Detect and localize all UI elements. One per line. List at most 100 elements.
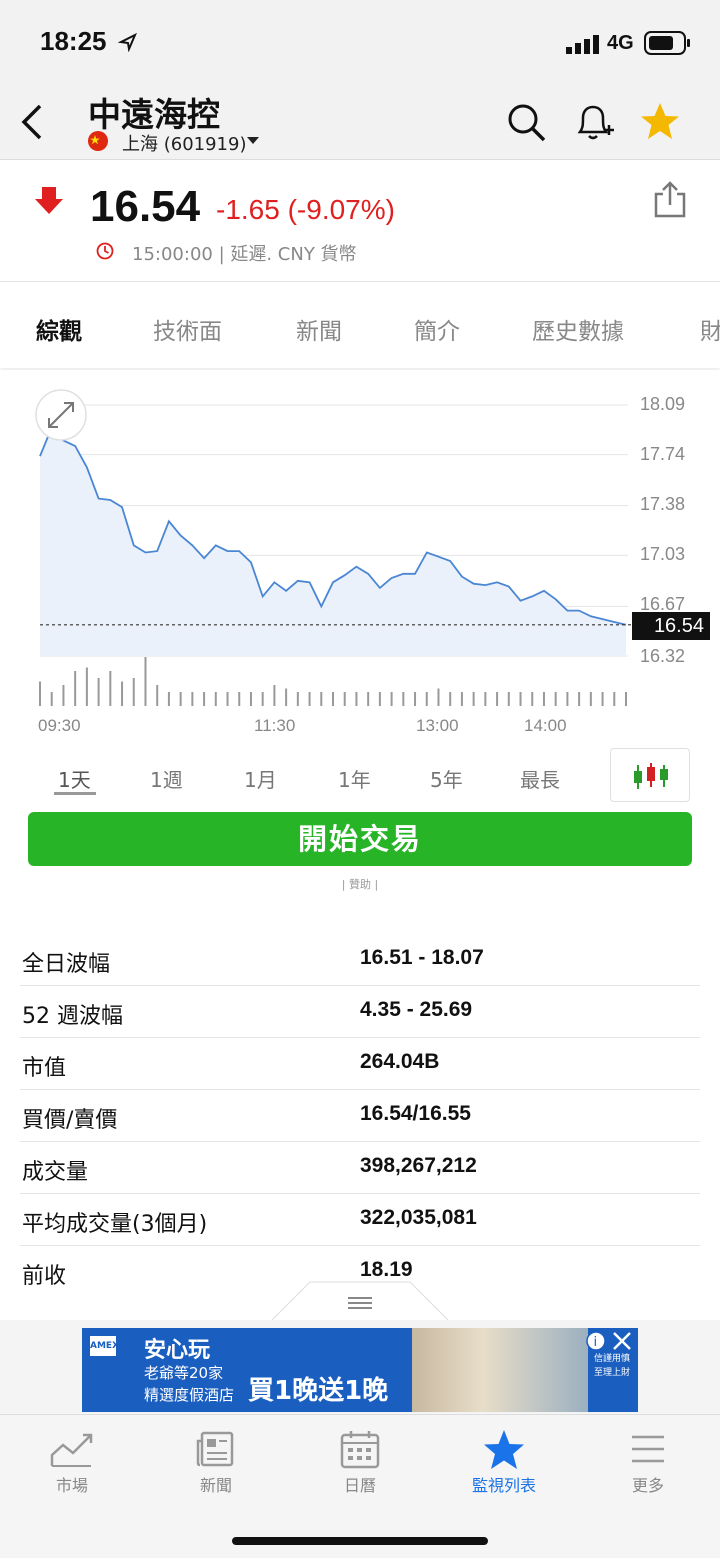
y-tick-label: 18.09: [640, 394, 686, 414]
range-5y[interactable]: 5年: [430, 764, 463, 793]
down-arrow-icon: [35, 187, 63, 214]
search-icon[interactable]: [506, 102, 548, 144]
ad-photo: [412, 1328, 588, 1412]
start-trading-button[interactable]: 開始交易: [28, 812, 692, 866]
candlestick-icon: [634, 763, 668, 789]
last-price-tag: 16.54: [632, 612, 710, 640]
price-change: -1.65 (-9.07%): [216, 194, 395, 225]
expand-chart-icon[interactable]: [34, 388, 88, 442]
section-tabs: 綜觀 技術面 新聞 簡介 歷史數據 財: [0, 282, 720, 368]
price-area-fill: [40, 427, 626, 656]
x-tick-label: 13:00: [416, 716, 459, 735]
stat-label: 平均成交量(3個月): [22, 1212, 208, 1237]
nav-bar: 中遠海控 上海 (601919): [0, 88, 720, 160]
stat-value: 264.04B: [360, 1050, 440, 1073]
tabbar-news[interactable]: 新聞: [144, 1415, 288, 1515]
svg-text:i: i: [594, 1335, 598, 1350]
x-tick-label: 11:30: [254, 716, 296, 735]
star-icon: [484, 1430, 524, 1469]
expand-panel-handle[interactable]: [270, 1280, 450, 1322]
newspaper-icon: [196, 1431, 234, 1467]
tabbar-label: 市場: [55, 1476, 88, 1495]
tab-overview[interactable]: 綜觀: [36, 312, 82, 346]
amex-logo: AMEX: [90, 1336, 119, 1356]
menu-icon: [632, 1435, 664, 1463]
share-icon[interactable]: [650, 180, 690, 220]
x-tick-label: 09:30: [38, 716, 81, 735]
stat-value: 398,267,212: [360, 1154, 477, 1177]
chevron-down-icon[interactable]: [246, 136, 260, 146]
y-tick-label: 16.32: [640, 646, 686, 666]
stat-value: 322,035,081: [360, 1206, 477, 1229]
table-row: 買價/賣價 16.54/16.55: [20, 1090, 700, 1142]
stat-label: 成交量: [22, 1160, 89, 1185]
signal-icon: [566, 35, 599, 54]
ad-line1: 老爺等20家: [144, 1364, 224, 1382]
table-row: 成交量 398,267,212: [20, 1142, 700, 1194]
range-1d[interactable]: 1天: [58, 764, 91, 793]
stat-label: 買價/賣價: [22, 1108, 118, 1133]
range-1y[interactable]: 1年: [338, 764, 371, 793]
stat-value: 16.51 - 18.07: [360, 946, 484, 969]
status-time: 18:25: [40, 26, 107, 56]
battery-icon: [644, 31, 690, 55]
stat-label: 前收: [22, 1264, 67, 1289]
stat-value: 18.19: [360, 1258, 413, 1281]
tab-financials[interactable]: 財: [700, 312, 720, 346]
tabbar-label: 更多: [631, 1476, 664, 1495]
ad-disclaimer: 信謹用慎至理上財: [594, 1354, 631, 1378]
time-range-selector: 1天 1週 1月 1年 5年 最長: [0, 744, 720, 804]
ad-info-close-icon[interactable]: i: [586, 1330, 636, 1352]
chart-icon: [50, 1433, 93, 1467]
range-1w[interactable]: 1週: [150, 764, 183, 793]
china-flag-icon: [88, 131, 108, 151]
range-max[interactable]: 最長: [520, 764, 560, 793]
candlestick-toggle[interactable]: [610, 748, 690, 802]
calendar-icon: [340, 1431, 380, 1469]
intraday-chart[interactable]: 18.09 17.74 17.38 17.03 16.67 16.32 16.5…: [0, 370, 720, 750]
ad-brand: 安心玩: [144, 1338, 211, 1363]
tab-profile[interactable]: 簡介: [414, 312, 460, 346]
tabbar-markets[interactable]: 市場: [0, 1415, 144, 1515]
tabbar-more[interactable]: 更多: [576, 1415, 720, 1515]
price-panel: 16.54 -1.65 (-9.07%) 15:00:00 | 延遲. CNY …: [0, 160, 720, 282]
ad-banner[interactable]: AMEX 安心玩 老爺等20家 精選度假酒店 買1晚送1晚 信謹用慎至理上財 i: [82, 1328, 638, 1412]
tab-history[interactable]: 歷史數據: [532, 312, 624, 346]
ad-offer: 買1晚送1晚: [248, 1376, 389, 1406]
exchange-selector[interactable]: 上海 (601919): [122, 130, 246, 156]
last-price: 16.54: [90, 182, 201, 231]
stat-value: 4.35 - 25.69: [360, 998, 473, 1021]
x-tick-label: 14:00: [524, 716, 567, 735]
tabbar-label: 新聞: [199, 1476, 232, 1495]
tabbar-label: 日曆: [343, 1476, 376, 1495]
table-row: 平均成交量(3個月) 322,035,081: [20, 1194, 700, 1246]
back-icon[interactable]: [18, 102, 48, 142]
table-row: 52 週波幅 4.35 - 25.69: [20, 986, 700, 1038]
quote-timestamp: 15:00:00 | 延遲. CNY 貨幣: [132, 244, 357, 265]
add-alert-bell-icon[interactable]: [572, 100, 616, 144]
watchlist-star-icon[interactable]: [638, 100, 682, 144]
range-1m[interactable]: 1月: [244, 764, 277, 793]
sponsored-label: | 贊助 |: [341, 878, 379, 891]
tab-technical[interactable]: 技術面: [153, 312, 222, 346]
status-bar: 18:25 4G: [0, 0, 720, 88]
range-active-underline: [54, 792, 96, 795]
table-row: 全日波幅 16.51 - 18.07: [20, 934, 700, 986]
tabbar-watchlist[interactable]: 監視列表: [432, 1415, 576, 1515]
y-tick-label: 17.03: [640, 544, 686, 564]
stat-label: 市值: [22, 1056, 67, 1081]
stat-label: 52 週波幅: [22, 1004, 123, 1029]
home-indicator: [232, 1537, 488, 1545]
y-tick-label: 17.38: [640, 494, 686, 514]
clock-icon: [96, 242, 114, 260]
bottom-tab-bar: 市場 新聞 日曆 監視列表 更多: [0, 1414, 720, 1558]
table-row: 市值 264.04B: [20, 1038, 700, 1090]
location-arrow-icon: [118, 32, 137, 52]
ad-line2: 精選度假酒店: [144, 1386, 235, 1404]
stat-label: 全日波幅: [22, 952, 111, 977]
tab-news[interactable]: 新聞: [296, 312, 342, 346]
network-label: 4G: [607, 32, 634, 54]
tabbar-calendar[interactable]: 日曆: [288, 1415, 432, 1515]
stock-title: 中遠海控: [88, 95, 220, 134]
stat-value: 16.54/16.55: [360, 1102, 471, 1125]
